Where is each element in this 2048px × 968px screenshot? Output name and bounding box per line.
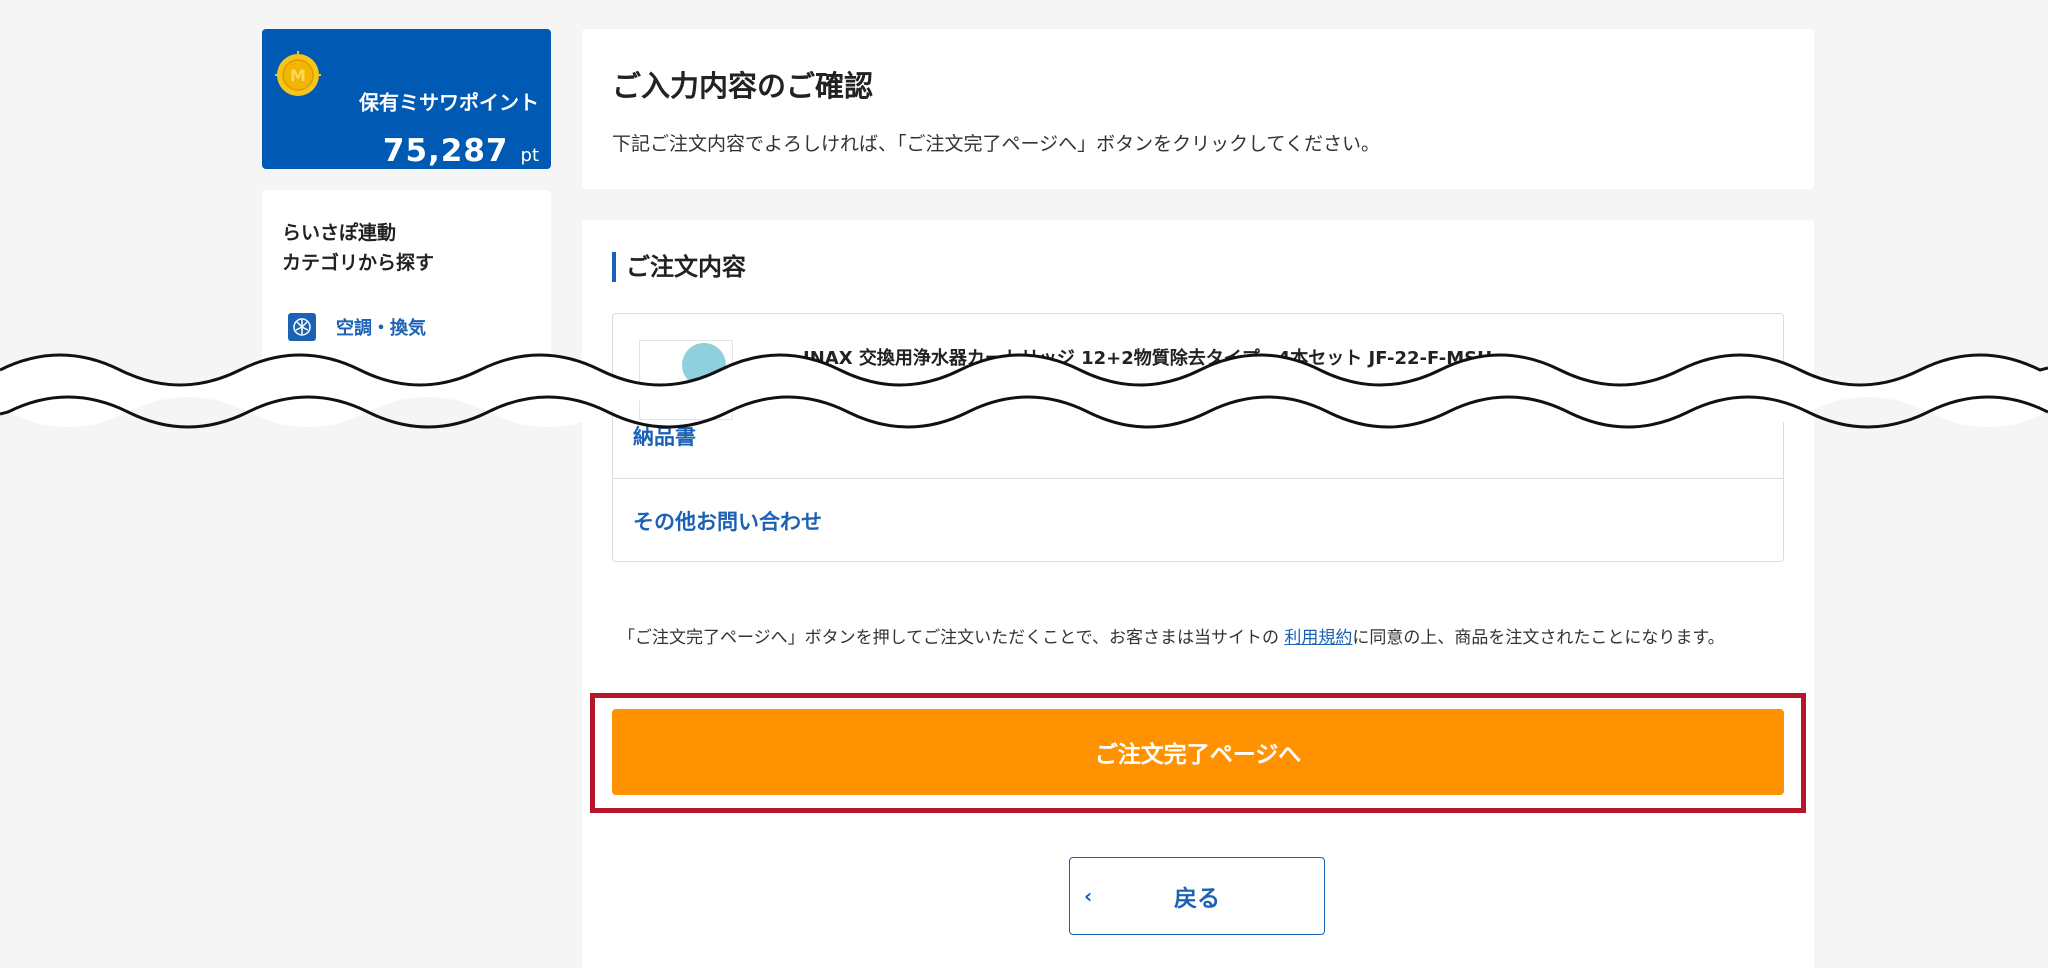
points-value: 75,287 (382, 133, 509, 169)
terms-of-use-link[interactable]: 利用規約 (1284, 628, 1352, 648)
category-heading-line1: らいさぽ連動 (282, 222, 397, 244)
other-inquiry-link[interactable]: その他お問い合わせ (633, 506, 822, 536)
back-button-label: 戻る (1174, 886, 1220, 912)
svg-text:M: M (290, 66, 306, 85)
product-thumbnail-bubble (682, 343, 726, 387)
other-inquiry-row: その他お問い合わせ (613, 478, 1783, 561)
category-card: らいさぽ連動 カテゴリから探す 空調・換気 (262, 190, 551, 390)
points-row: 75,287 pt (383, 133, 539, 169)
delivery-slip-link[interactable]: 納品書 (633, 421, 696, 451)
order-card: ご注文内容 INAX 交換用浄水器カートリッジ 12+2物質除去タイプ 4本セッ… (582, 220, 1814, 968)
category-item-label-partial (344, 374, 358, 384)
coin-m-icon: M (275, 51, 321, 96)
category-item-label: 空調・換気 (336, 318, 426, 339)
chevron-left-icon: ‹ (1084, 884, 1093, 908)
complete-order-button[interactable]: ご注文完了ページへ (612, 709, 1784, 795)
category-heading: らいさぽ連動 カテゴリから探す (282, 218, 434, 278)
delivery-slip-row: 納品書 (613, 394, 1783, 478)
page-description: 下記ご注文内容でよろしければ、「ご注文完了ページへ」ボタンをクリックしてください… (612, 133, 1380, 155)
points-card: M 保有ミサワポイント 75,287 pt (262, 29, 551, 169)
terms-prefix: 「ご注文完了ページへ」ボタンを押してご注文いただくことで、お客さまは当サイトの (618, 628, 1279, 648)
terms-notice: 「ご注文完了ページへ」ボタンを押してご注文いただくことで、お客さまは当サイトの … (618, 625, 1778, 651)
terms-suffix: に同意の上、商品を注文されたことになります。 (1352, 628, 1725, 648)
points-unit: pt (520, 145, 539, 166)
category-item-air-conditioning[interactable]: 空調・換気 (288, 313, 426, 341)
page-title: ご入力内容のご確認 (612, 69, 874, 103)
order-details-box: INAX 交換用浄水器カートリッジ 12+2物質除去タイプ 4本セット JF-2… (612, 313, 1784, 562)
order-section-heading: ご注文内容 (612, 252, 746, 282)
category-item-icon-partial (294, 370, 316, 390)
points-title: 保有ミサワポイント (359, 90, 539, 115)
order-confirmation-page: M 保有ミサワポイント 75,287 pt らいさぽ連動 カテゴリから探す 空調… (0, 0, 2048, 968)
category-heading-line2: カテゴリから探す (282, 252, 435, 274)
confirmation-card: ご入力内容のご確認 下記ご注文内容でよろしければ、「ご注文完了ページへ」ボタンを… (582, 29, 1814, 189)
back-button[interactable]: ‹ 戻る (1069, 857, 1325, 935)
fan-icon (288, 313, 316, 341)
product-name: INAX 交換用浄水器カートリッジ 12+2物質除去タイプ 4本セット JF-2… (803, 348, 1493, 369)
